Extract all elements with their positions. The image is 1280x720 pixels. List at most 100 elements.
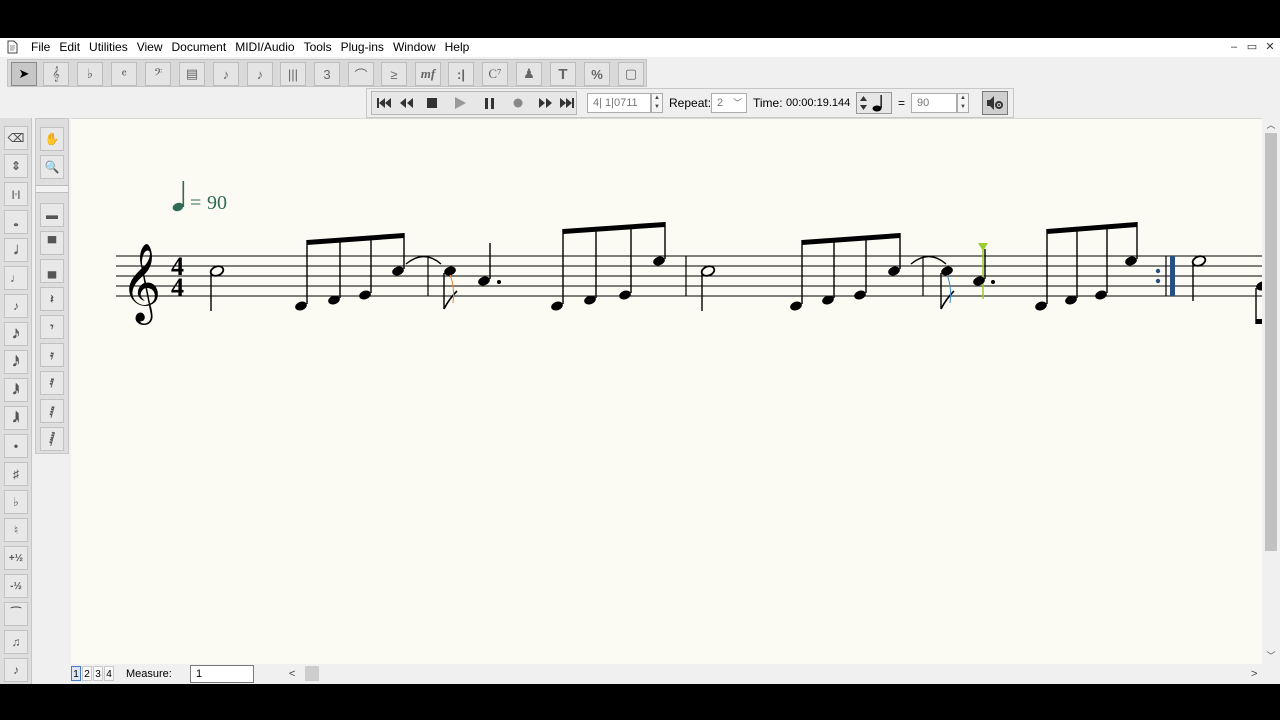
tie-icon[interactable]: ⁀ [4,602,28,626]
svg-text:=: = [190,192,201,214]
half-note-icon[interactable]: 𝅗𝅥 [4,238,28,262]
tempo-field[interactable]: 90 [911,93,957,113]
repeat-tool-icon[interactable]: :| [448,62,474,86]
key-signature-tool-icon[interactable]: ♭ [77,62,103,86]
half-step-down-icon[interactable]: -½ [4,574,28,598]
eighth-note-icon[interactable]: ♪ [4,294,28,318]
hand-grabber-icon[interactable]: ✋ [40,127,64,151]
page-tab-3[interactable]: 3 [93,666,103,681]
page-tab-1[interactable]: 1 [71,666,81,681]
simple-entry-tool-icon[interactable]: ♪ [213,62,239,86]
thirty-second-rest-icon[interactable]: 𝅀 [40,371,64,395]
horizontal-scroll-thumb[interactable] [305,666,319,681]
lyrics-tool-icon[interactable]: ♟ [516,62,542,86]
measure-2[interactable] [700,222,1138,312]
playback-settings-button[interactable] [982,91,1008,115]
half-step-up-icon[interactable]: +½ [4,546,28,570]
counter-spinner[interactable]: ▲ ▼ [651,93,663,113]
time-signature-bottom[interactable]: 4 [171,273,184,302]
staff-tool-icon[interactable]: 𝄞 [43,62,69,86]
menu-items: File Edit Utilities View Document MIDI/A… [27,38,474,57]
treble-clef-icon[interactable]: 𝄞 [121,243,161,325]
flip-icon[interactable]: ⇕ [4,154,28,178]
beam-icon[interactable]: ♫ [4,630,28,654]
whole-rest-icon[interactable]: ▬ [40,203,64,227]
augmentation-dot-icon[interactable]: • [4,434,28,458]
rest-palette: ✋ 🔍 ▬ ▀ ▄ 𝄽 𝄾 𝄿 𝅀 𝅁 𝅂 [35,118,69,454]
menu-utilities[interactable]: Utilities [85,38,133,57]
menu-tools[interactable]: Tools [300,38,337,57]
hundred-twenty-eighth-rest-icon[interactable]: 𝅂 [40,427,64,451]
half-rest-icon[interactable]: ▀ [40,231,64,255]
menu-edit[interactable]: Edit [55,38,85,57]
minimize-button[interactable]: – [1225,38,1243,57]
quarter-note-tool-icon[interactable]: ♩ [4,266,28,290]
menu-file[interactable]: File [27,38,55,57]
hundred-twenty-eighth-note-icon[interactable]: 𝅘𝅥𝅲 [4,406,28,430]
whole-note-icon[interactable]: 𝅝 [4,210,28,234]
eighth-rest-icon[interactable]: 𝄾 [40,315,64,339]
eraser-icon[interactable]: ⌫ [4,126,28,150]
repeat-select[interactable]: 2 ﹀ [711,93,747,113]
tempo-marking[interactable]: = 90 [171,181,227,214]
scroll-left-icon[interactable]: < [289,664,295,684]
grace-note-icon[interactable]: ♪ [4,658,28,682]
natural-icon[interactable]: ♮ [4,518,28,542]
play-icon[interactable] [449,93,471,113]
sixty-fourth-rest-icon[interactable]: 𝅁 [40,399,64,423]
flat-icon[interactable]: ♭ [4,490,28,514]
vertical-scrollbar[interactable]: ︿ ﹀ [1262,118,1280,663]
fast-forward-icon[interactable] [534,93,556,113]
smart-shape-tool-icon[interactable]: ⌒ [348,62,374,86]
fast-forward-to-end-icon[interactable] [556,93,578,113]
sixteenth-rest-icon[interactable]: 𝄿 [40,343,64,367]
measure-1[interactable] [209,222,666,312]
tempo-unit-selector[interactable] [856,92,892,114]
tuplet-tool-icon[interactable]: 3 [314,62,340,86]
playback-counter-field[interactable]: 4| 1|0711 [587,93,651,113]
scroll-up-icon[interactable]: ︿ [1262,118,1280,132]
restore-button[interactable]: ▭ [1243,38,1261,57]
menu-plug-ins[interactable]: Plug-ins [337,38,389,57]
multi-measure-rest-icon[interactable]: ▄ [40,259,64,283]
clef-tool-icon[interactable]: 𝄢 [145,62,171,86]
text-tool-icon[interactable]: T [550,62,576,86]
menu-help[interactable]: Help [441,38,475,57]
percent-tool-icon[interactable]: % [584,62,610,86]
scroll-right-icon[interactable]: > [1251,664,1257,684]
measure-input[interactable]: 1 [190,665,254,683]
score-canvas[interactable]: = 90 𝄞 4 4 [71,118,1262,664]
graphics-tool-icon[interactable]: ▢ [618,62,644,86]
close-button[interactable]: ✕ [1261,38,1279,57]
measure-tool-icon[interactable]: ▤ [179,62,205,86]
zoom-icon[interactable]: 🔍 [40,155,64,179]
record-icon[interactable] [507,93,529,113]
pause-icon[interactable] [478,93,500,113]
vertical-scroll-thumb[interactable] [1265,133,1277,551]
chord-tool-icon[interactable]: C⁷ [482,62,508,86]
thirty-second-note-icon[interactable]: 𝅘𝅥𝅰 [4,350,28,374]
measure-stretch-icon[interactable]: |◦| [4,182,28,206]
time-signature-tool-icon[interactable]: 𝄴 [111,62,137,86]
scroll-down-icon[interactable]: ﹀ [1262,649,1280,663]
speedy-entry-tool-icon[interactable]: ♪ [247,62,273,86]
page-tab-4[interactable]: 4 [104,666,114,681]
rewind-icon[interactable] [395,93,417,113]
page-tab-2[interactable]: 2 [82,666,92,681]
stop-icon[interactable] [421,93,443,113]
sharp-icon[interactable]: ♯ [4,462,28,486]
selection-tool-icon[interactable]: ➤ [11,62,37,86]
sixteenth-note-icon[interactable]: 𝅘𝅥𝅯 [4,322,28,346]
menu-window[interactable]: Window [389,38,441,57]
tempo-spinner[interactable]: ▲ ▼ [957,93,969,113]
menu-midi-audio[interactable]: MIDI/Audio [231,38,299,57]
menu-view[interactable]: View [133,38,168,57]
expression-tool-icon[interactable]: mf [415,62,441,86]
articulation-tool-icon[interactable]: ≥ [381,62,407,86]
quarter-rest-icon[interactable]: 𝄽 [40,287,64,311]
menu-document[interactable]: Document [168,38,232,57]
sixty-fourth-note-icon[interactable]: 𝅘𝅥𝅱 [4,378,28,402]
measure-3[interactable] [1191,255,1262,324]
rewind-to-start-icon[interactable] [373,93,395,113]
hyperscribe-tool-icon[interactable]: ||| [280,62,306,86]
